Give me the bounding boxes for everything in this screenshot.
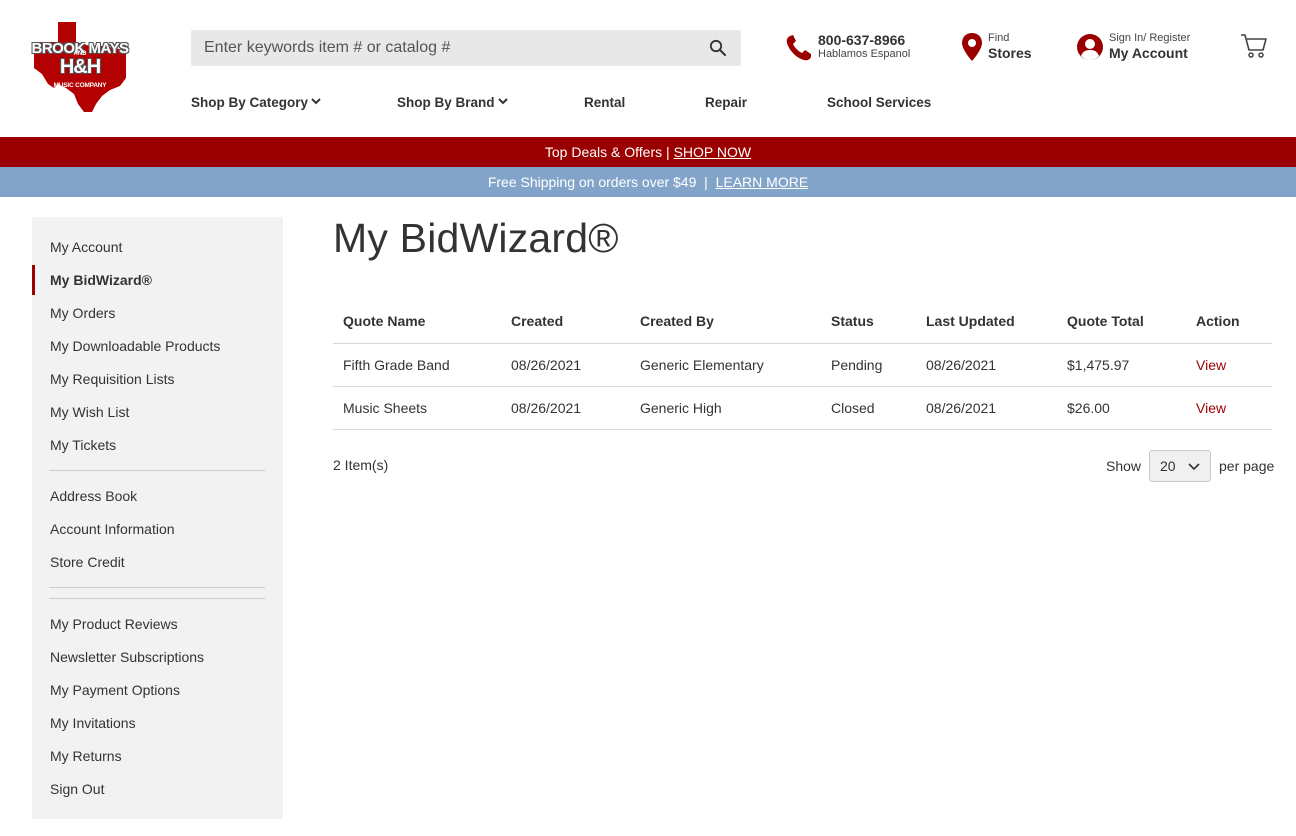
- nav-shop-by-brand[interactable]: Shop By Brand: [397, 95, 508, 110]
- view-quote-link[interactable]: View: [1196, 400, 1226, 416]
- chevron-down-icon: [311, 98, 321, 105]
- show-label: Show: [1106, 458, 1142, 474]
- column-header-created: Created: [511, 313, 564, 329]
- nav-shop-by-brand-label: Shop By Brand: [397, 95, 495, 110]
- promo-banner-shipping: Free Shipping on orders over $49 | LEARN…: [0, 167, 1296, 197]
- search-icon: [709, 39, 726, 56]
- sidebar-item-my-account[interactable]: My Account: [50, 239, 122, 255]
- cell-quote-total: $26.00: [1067, 400, 1110, 416]
- sidebar-item-my-tickets[interactable]: My Tickets: [50, 437, 116, 453]
- column-header-last-updated: Last Updated: [926, 313, 1015, 329]
- cell-status: Pending: [831, 357, 883, 373]
- stores-small-label: Find: [988, 32, 1010, 44]
- account-sidebar: My Account My BidWizard® My Orders My Do…: [32, 217, 283, 819]
- cell-status: Closed: [831, 400, 875, 416]
- brand-logo[interactable]: BROOK MAYS AND H&H MUSIC COMPANY: [30, 20, 130, 114]
- search-input[interactable]: [191, 30, 701, 66]
- cart-icon: [1241, 34, 1267, 58]
- sidebar-divider: [49, 470, 265, 471]
- chevron-down-icon: [1188, 463, 1200, 471]
- page-title: My BidWizard®: [333, 215, 619, 261]
- cell-quote-name: Music Sheets: [343, 400, 428, 416]
- learn-more-link[interactable]: LEARN MORE: [716, 174, 809, 190]
- cell-quote-name: Fifth Grade Band: [343, 357, 450, 373]
- sidebar-divider: [49, 587, 265, 588]
- cell-created: 08/26/2021: [511, 357, 582, 373]
- sidebar-item-store-credit[interactable]: Store Credit: [50, 554, 125, 570]
- account-link[interactable]: Sign In/ Register My Account: [1076, 32, 1216, 64]
- logo-text-music-company: MUSIC COMPANY: [53, 82, 107, 89]
- column-header-action: Action: [1196, 313, 1240, 329]
- per-page-label: per page: [1219, 458, 1275, 474]
- table-row-divider: [333, 343, 1272, 344]
- nav-rental[interactable]: Rental: [584, 95, 625, 110]
- stores-label: Stores: [988, 45, 1032, 61]
- chevron-down-icon: [497, 98, 508, 105]
- column-header-status: Status: [831, 313, 874, 329]
- sidebar-item-my-payment-options[interactable]: My Payment Options: [50, 682, 180, 698]
- cell-quote-total: $1,475.97: [1067, 357, 1130, 373]
- phone-subtext: Hablamos Espanol: [818, 48, 911, 60]
- phone-contact[interactable]: 800-637-8966 Hablamos Espanol: [784, 32, 924, 64]
- shop-now-link[interactable]: SHOP NOW: [674, 144, 752, 160]
- promo-shipping-separator: |: [696, 174, 716, 190]
- cell-last-updated: 08/26/2021: [926, 357, 997, 373]
- search-button[interactable]: [709, 39, 727, 57]
- user-icon: [1077, 34, 1103, 60]
- per-page-select[interactable]: 20: [1149, 450, 1211, 482]
- nav-school-services[interactable]: School Services: [827, 95, 931, 110]
- view-quote-link[interactable]: View: [1196, 357, 1226, 373]
- sidebar-item-my-invitations[interactable]: My Invitations: [50, 715, 136, 731]
- sidebar-item-address-book[interactable]: Address Book: [50, 488, 137, 504]
- sidebar-item-account-information[interactable]: Account Information: [50, 521, 175, 537]
- logo-text-hh: H&H: [59, 56, 101, 78]
- sidebar-item-my-downloadable-products[interactable]: My Downloadable Products: [50, 338, 220, 354]
- sidebar-item-my-product-reviews[interactable]: My Product Reviews: [50, 616, 178, 632]
- cell-created-by: Generic High: [640, 400, 722, 416]
- phone-icon: [786, 35, 811, 61]
- phone-number: 800-637-8966: [818, 32, 906, 48]
- sidebar-item-my-bidwizard[interactable]: My BidWizard®: [50, 272, 152, 288]
- column-header-quote-name: Quote Name: [343, 313, 426, 329]
- sidebar-divider: [49, 598, 265, 599]
- cart-button[interactable]: [1240, 33, 1268, 59]
- cell-created-by: Generic Elementary: [640, 357, 764, 373]
- map-pin-icon: [962, 33, 982, 61]
- my-account-label: My Account: [1109, 45, 1188, 61]
- column-header-quote-total: Quote Total: [1067, 313, 1144, 329]
- promo-deals-text: Top Deals & Offers: [544, 144, 663, 160]
- items-count: 2 Item(s): [333, 457, 389, 473]
- site-header: BROOK MAYS AND H&H MUSIC COMPANY 800-637…: [0, 0, 1296, 137]
- cell-last-updated: 08/26/2021: [926, 400, 997, 416]
- sidebar-item-my-requisition-lists[interactable]: My Requisition Lists: [50, 371, 175, 387]
- table-row-divider: [333, 386, 1272, 387]
- promo-shipping-text: Free Shipping on orders over $49: [487, 174, 697, 190]
- promo-deals-separator: |: [662, 144, 674, 160]
- table-row-divider: [333, 429, 1272, 430]
- nav-shop-by-category-label: Shop By Category: [191, 95, 309, 110]
- sidebar-item-sign-out[interactable]: Sign Out: [50, 781, 104, 797]
- find-stores-link[interactable]: Find Stores: [960, 32, 1040, 64]
- search-bar: [191, 30, 741, 66]
- promo-banner-deals: Top Deals & Offers | SHOP NOW: [0, 137, 1296, 167]
- sidebar-item-newsletter-subscriptions[interactable]: Newsletter Subscriptions: [50, 649, 204, 665]
- cell-created: 08/26/2021: [511, 400, 582, 416]
- sidebar-item-my-returns[interactable]: My Returns: [50, 748, 122, 764]
- sidebar-active-indicator: [32, 265, 35, 295]
- nav-shop-by-category[interactable]: Shop By Category: [191, 95, 321, 110]
- sidebar-item-my-orders[interactable]: My Orders: [50, 305, 115, 321]
- nav-repair[interactable]: Repair: [705, 95, 747, 110]
- per-page-value: 20: [1160, 458, 1176, 474]
- sidebar-item-my-wish-list[interactable]: My Wish List: [50, 404, 129, 420]
- sign-in-register-label: Sign In/ Register: [1109, 32, 1191, 44]
- column-header-created-by: Created By: [640, 313, 714, 329]
